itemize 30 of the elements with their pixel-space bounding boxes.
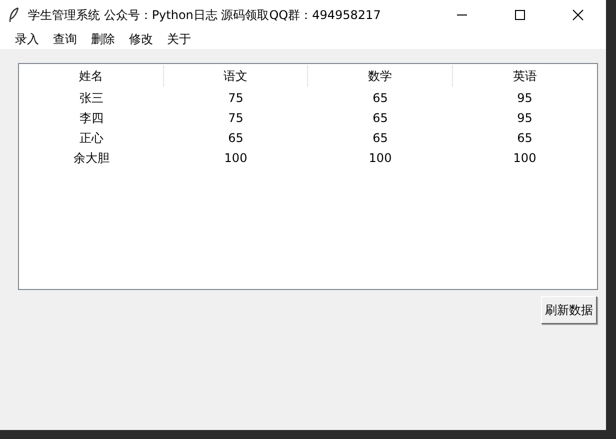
table-cell-text: 100 — [368, 151, 393, 165]
table-cell-text: 65 — [372, 91, 389, 105]
window-title: 学生管理系统 公众号：Python日志 源码领取QQ群：494958217 — [28, 6, 382, 24]
table-cell-text: 余大胆 — [72, 150, 110, 166]
close-icon[interactable] — [572, 9, 584, 21]
feather-icon — [8, 7, 20, 23]
table-cell-text: 李四 — [78, 110, 104, 126]
table-cell-text: 95 — [516, 91, 534, 105]
column-header[interactable]: 英语 — [452, 65, 597, 87]
column-header[interactable]: 数学 — [308, 65, 452, 87]
refresh-button[interactable]: 刷新数据 — [541, 296, 597, 324]
table-cell-text: 65 — [372, 111, 389, 125]
table-cell-text: 75 — [227, 91, 244, 105]
table-cell-text: 65 — [372, 131, 389, 145]
table-cell-text: 75 — [227, 111, 244, 125]
menu-item[interactable]: 删除 — [84, 31, 122, 48]
table-cell-text: 张三 — [78, 90, 104, 106]
menu-item[interactable]: 录入 — [8, 31, 46, 48]
table-cell-text: 100 — [223, 151, 248, 165]
column-header[interactable]: 语文 — [164, 65, 308, 87]
column-header[interactable]: 姓名 — [19, 65, 164, 87]
maximize-icon[interactable] — [514, 9, 526, 21]
menu-item[interactable]: 修改 — [122, 31, 160, 48]
table-cell-text: 65 — [227, 131, 244, 145]
table-cell-text: 正心 — [78, 130, 104, 146]
table-cell-text: 95 — [516, 111, 534, 125]
table-cell-text: 100 — [512, 151, 538, 165]
menu-item[interactable]: 查询 — [46, 31, 84, 48]
menu-item[interactable]: 关于 — [160, 31, 198, 48]
table-cell-text: 65 — [516, 131, 534, 145]
